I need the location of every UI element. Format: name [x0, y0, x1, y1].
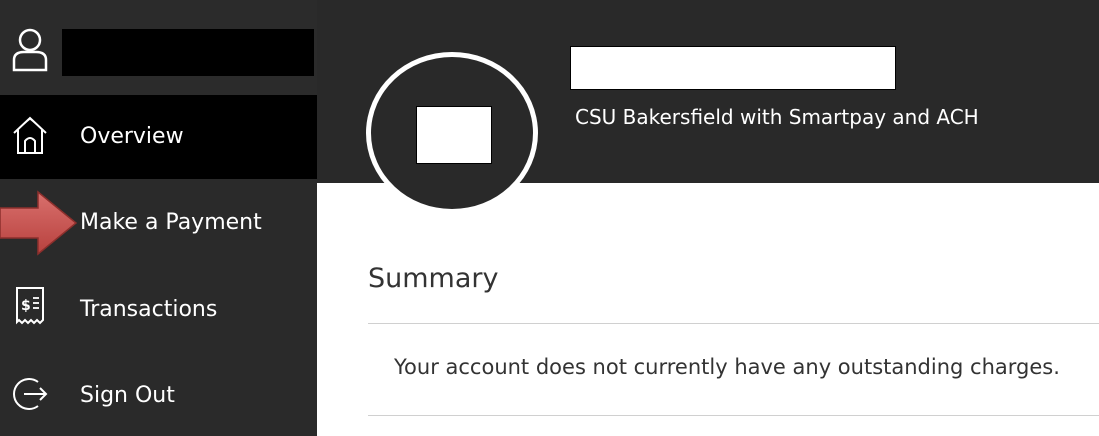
user-icon: [12, 28, 48, 72]
divider: [368, 323, 1099, 324]
sign-out-icon: [13, 378, 48, 410]
annotation-arrow-icon: [0, 190, 78, 256]
account-name-redacted: [570, 46, 896, 90]
summary-message: Your account does not currently have any…: [394, 355, 1060, 379]
avatar-image-redacted: [416, 106, 492, 164]
divider: [368, 415, 1099, 416]
account-subtitle: CSU Bakersfield with Smartpay and ACH: [575, 105, 979, 129]
home-icon: [13, 116, 47, 154]
user-profile-row[interactable]: [0, 0, 317, 95]
user-name-redacted: [62, 29, 314, 76]
sidebar-item-label: Transactions: [80, 297, 218, 322]
summary-heading: Summary: [368, 263, 499, 294]
svg-text:$: $: [21, 298, 31, 314]
sidebar-item-label: Sign Out: [80, 383, 175, 408]
sidebar-item-label: Overview: [80, 124, 184, 149]
sidebar-item-overview[interactable]: Overview: [0, 95, 317, 179]
sidebar-item-sign-out[interactable]: Sign Out: [0, 352, 317, 436]
sidebar-item-transactions[interactable]: $ Transactions: [0, 266, 317, 350]
sidebar-item-label: Make a Payment: [80, 210, 262, 235]
receipt-icon: $: [16, 287, 44, 325]
